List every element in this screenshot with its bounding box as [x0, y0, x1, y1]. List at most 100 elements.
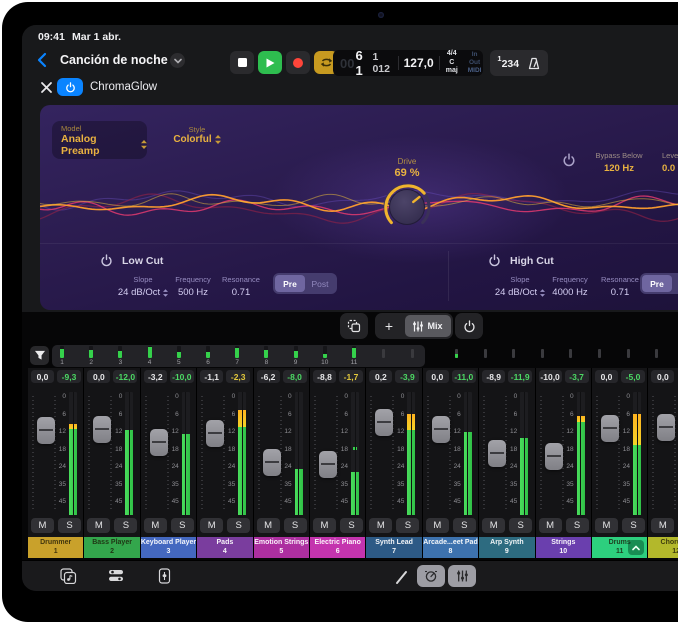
low-cut-power-icon[interactable] — [100, 254, 113, 267]
solo-button[interactable]: S — [340, 518, 363, 533]
pre-button[interactable]: Pre — [275, 275, 305, 292]
high-cut-pre-post[interactable]: Pre Post — [640, 273, 678, 294]
duplicate-button[interactable] — [340, 313, 368, 339]
ipad-bezel: 09:41 Mar 1 abr. Canción de noche — [2, 2, 678, 622]
mute-button[interactable]: M — [651, 518, 674, 533]
mute-solo-row: M S — [310, 518, 365, 533]
back-button[interactable] — [36, 52, 48, 73]
mixer-overview-strip[interactable]: 1234567891011 — [22, 345, 678, 367]
track-label[interactable]: Chorus V 12 — [648, 537, 678, 558]
fader-handle[interactable] — [601, 415, 619, 442]
chevron-up-icon[interactable] — [628, 540, 644, 555]
track-label[interactable]: Arp Synth 9 — [479, 537, 534, 558]
track-label[interactable]: Pads 4 — [197, 537, 252, 558]
browser-icon[interactable] — [108, 568, 124, 583]
track-label[interactable]: Bass Player 2 — [84, 537, 139, 558]
fader-value-badge: 0,2 — [369, 370, 392, 383]
solo-button[interactable]: S — [171, 518, 194, 533]
mixer-view-button[interactable] — [448, 565, 476, 587]
mixer-power-button[interactable] — [455, 313, 483, 339]
mixer-channel-strip: -1,1 -2,3 061218243545 M S Pads 4 — [197, 368, 253, 558]
level-meter — [407, 392, 415, 515]
plugin-power-button[interactable] — [57, 78, 83, 96]
track-label[interactable]: Emotion Strings 5 — [254, 537, 309, 558]
record-button[interactable] — [286, 51, 310, 74]
track-name: Pads — [217, 539, 234, 547]
fader-handle[interactable] — [657, 414, 675, 441]
chevron-down-icon[interactable] — [170, 53, 185, 68]
fader-handle[interactable] — [37, 417, 55, 444]
pre-button[interactable]: Pre — [642, 275, 672, 292]
mute-button[interactable]: M — [539, 518, 562, 533]
fader-handle[interactable] — [93, 416, 111, 443]
bypass-below-control[interactable]: Bypass Below 120 Hz — [584, 151, 654, 174]
mute-button[interactable]: M — [87, 518, 110, 533]
fader-handle[interactable] — [263, 449, 281, 476]
style-selector[interactable]: Style Colorful — [162, 125, 232, 145]
drive-knob[interactable] — [379, 179, 435, 235]
mute-button[interactable]: M — [426, 518, 449, 533]
low-cut-resonance[interactable]: Resonance0.71 — [211, 275, 271, 298]
high-cut-power-icon[interactable] — [488, 254, 501, 267]
model-value: Analog Preamp — [61, 133, 138, 157]
track-label[interactable]: Keyboard Player 3 — [141, 537, 196, 558]
transport-lcd[interactable]: 00 6 1 1 012 127,0 4/4 C maj In Out MIDI — [333, 50, 483, 76]
track-label[interactable]: Drums 11 — [592, 537, 647, 558]
song-title[interactable]: Canción de noche — [60, 53, 168, 67]
filter-button[interactable] — [30, 346, 49, 365]
loops-icon[interactable] — [60, 568, 77, 584]
solo-button[interactable]: S — [114, 518, 137, 533]
solo-button[interactable]: S — [622, 518, 645, 533]
mute-button[interactable]: M — [595, 518, 618, 533]
mute-button[interactable]: M — [200, 518, 223, 533]
solo-button[interactable]: S — [58, 518, 81, 533]
solo-button[interactable]: S — [453, 518, 476, 533]
model-selector[interactable]: Model Analog Preamp — [52, 121, 147, 159]
mix-button[interactable]: Mix — [405, 315, 451, 337]
controls-view-button[interactable] — [417, 565, 445, 587]
metronome-icon[interactable] — [527, 57, 541, 70]
mixer-channel-strip: 0,0 -9,3 061218243545 M S Drummer 1 — [28, 368, 84, 558]
mute-button[interactable]: M — [369, 518, 392, 533]
post-button[interactable]: Post — [305, 275, 335, 292]
position-leading-zeros: 00 — [340, 56, 354, 71]
level-meter — [182, 392, 190, 515]
add-button[interactable]: + — [375, 318, 403, 334]
track-label[interactable]: Synth Lead 7 — [366, 537, 421, 558]
solo-button[interactable]: S — [396, 518, 419, 533]
pencil-icon[interactable] — [394, 567, 410, 587]
fader-handle[interactable] — [206, 420, 224, 447]
close-plugin-button[interactable] — [40, 81, 54, 95]
mute-button[interactable]: M — [257, 518, 280, 533]
low-cut-pre-post[interactable]: Pre Post — [273, 273, 337, 294]
track-label[interactable]: Electric Piano 6 — [310, 537, 365, 558]
track-label[interactable]: Arcade...eet Pad 8 — [423, 537, 478, 558]
fader-panel-icon[interactable] — [158, 568, 171, 584]
overview-meter: 7 — [232, 346, 242, 366]
post-button[interactable]: Post — [672, 275, 678, 292]
fader-handle[interactable] — [150, 429, 168, 456]
stop-button[interactable] — [230, 51, 254, 74]
solo-button[interactable]: S — [284, 518, 307, 533]
track-label[interactable]: Strings 10 — [536, 537, 591, 558]
solo-button[interactable]: S — [509, 518, 532, 533]
mute-button[interactable]: M — [144, 518, 167, 533]
fader-handle[interactable] — [432, 416, 450, 443]
play-button[interactable] — [258, 51, 282, 74]
track-label[interactable]: Drummer 1 — [28, 537, 83, 558]
fader-handle[interactable] — [375, 409, 393, 436]
mute-button[interactable]: M — [482, 518, 505, 533]
bypass-power-icon[interactable] — [562, 153, 576, 167]
screen: 09:41 Mar 1 abr. Canción de noche — [22, 25, 678, 591]
solo-button[interactable]: S — [566, 518, 589, 533]
count-in-button[interactable]: 1234 — [497, 54, 519, 72]
track-number: 6 — [336, 548, 340, 556]
level-control[interactable]: Level 0.0 — [662, 151, 678, 174]
mute-button[interactable]: M — [31, 518, 54, 533]
mute-button[interactable]: M — [313, 518, 336, 533]
solo-button[interactable]: S — [227, 518, 250, 533]
fader-handle[interactable] — [319, 451, 337, 478]
fader-handle[interactable] — [545, 443, 563, 470]
fader-handle[interactable] — [488, 440, 506, 467]
bypass-label: Bypass Below — [584, 151, 654, 160]
